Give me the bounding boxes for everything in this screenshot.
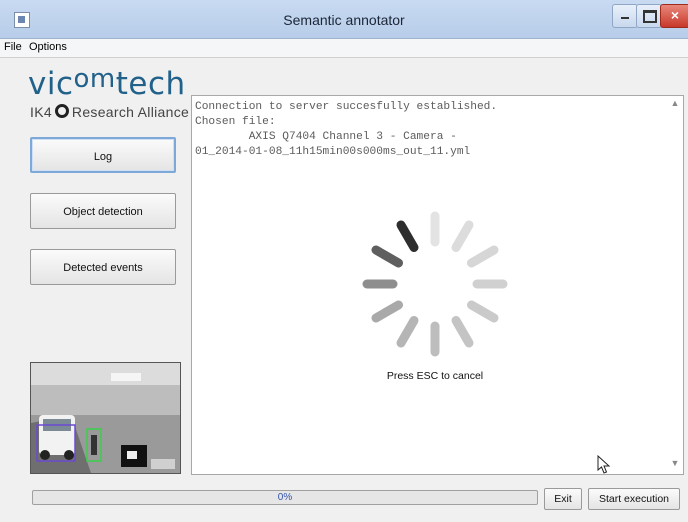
alliance-tagline: IK4 Research Alliance [30,104,189,120]
object-detection-button[interactable]: Object detection [30,193,176,229]
exit-button[interactable]: Exit [544,488,582,510]
mouse-cursor-icon [597,455,611,474]
loading-spinner [362,211,508,357]
camera-thumbnail [30,362,181,474]
logo-text-pre: vic [28,66,74,102]
alliance-ik4: IK4 [30,104,52,120]
alliance-text: Research Alliance [71,104,190,120]
menu-bar: File Options [0,39,688,58]
press-esc-label: Press ESC to cancel [386,370,484,382]
menu-file[interactable]: File [4,41,22,53]
vicomtech-logo: vicomtech [28,64,186,102]
scroll-up-icon[interactable]: ▲ [669,98,681,110]
maximize-icon[interactable] [636,4,662,28]
scroll-down-icon[interactable]: ▼ [669,458,681,470]
start-execution-button[interactable]: Start execution [588,488,680,510]
progress-label: 0% [277,492,293,503]
logo-text-post: tech [115,66,186,102]
window-title: Semantic annotator [283,12,405,28]
log-button[interactable]: Log [30,137,176,173]
ik4-ring-icon [54,104,69,118]
log-text: Connection to server succesfully establi… [195,101,498,158]
close-icon[interactable]: × [660,4,688,28]
title-bar: Semantic annotator × [0,0,688,39]
progress-bar: 0% [32,490,538,505]
logo-text-hi: om [73,64,116,94]
detected-events-button[interactable]: Detected events [30,249,176,285]
minimize-icon[interactable] [612,4,638,28]
menu-options[interactable]: Options [29,41,67,53]
